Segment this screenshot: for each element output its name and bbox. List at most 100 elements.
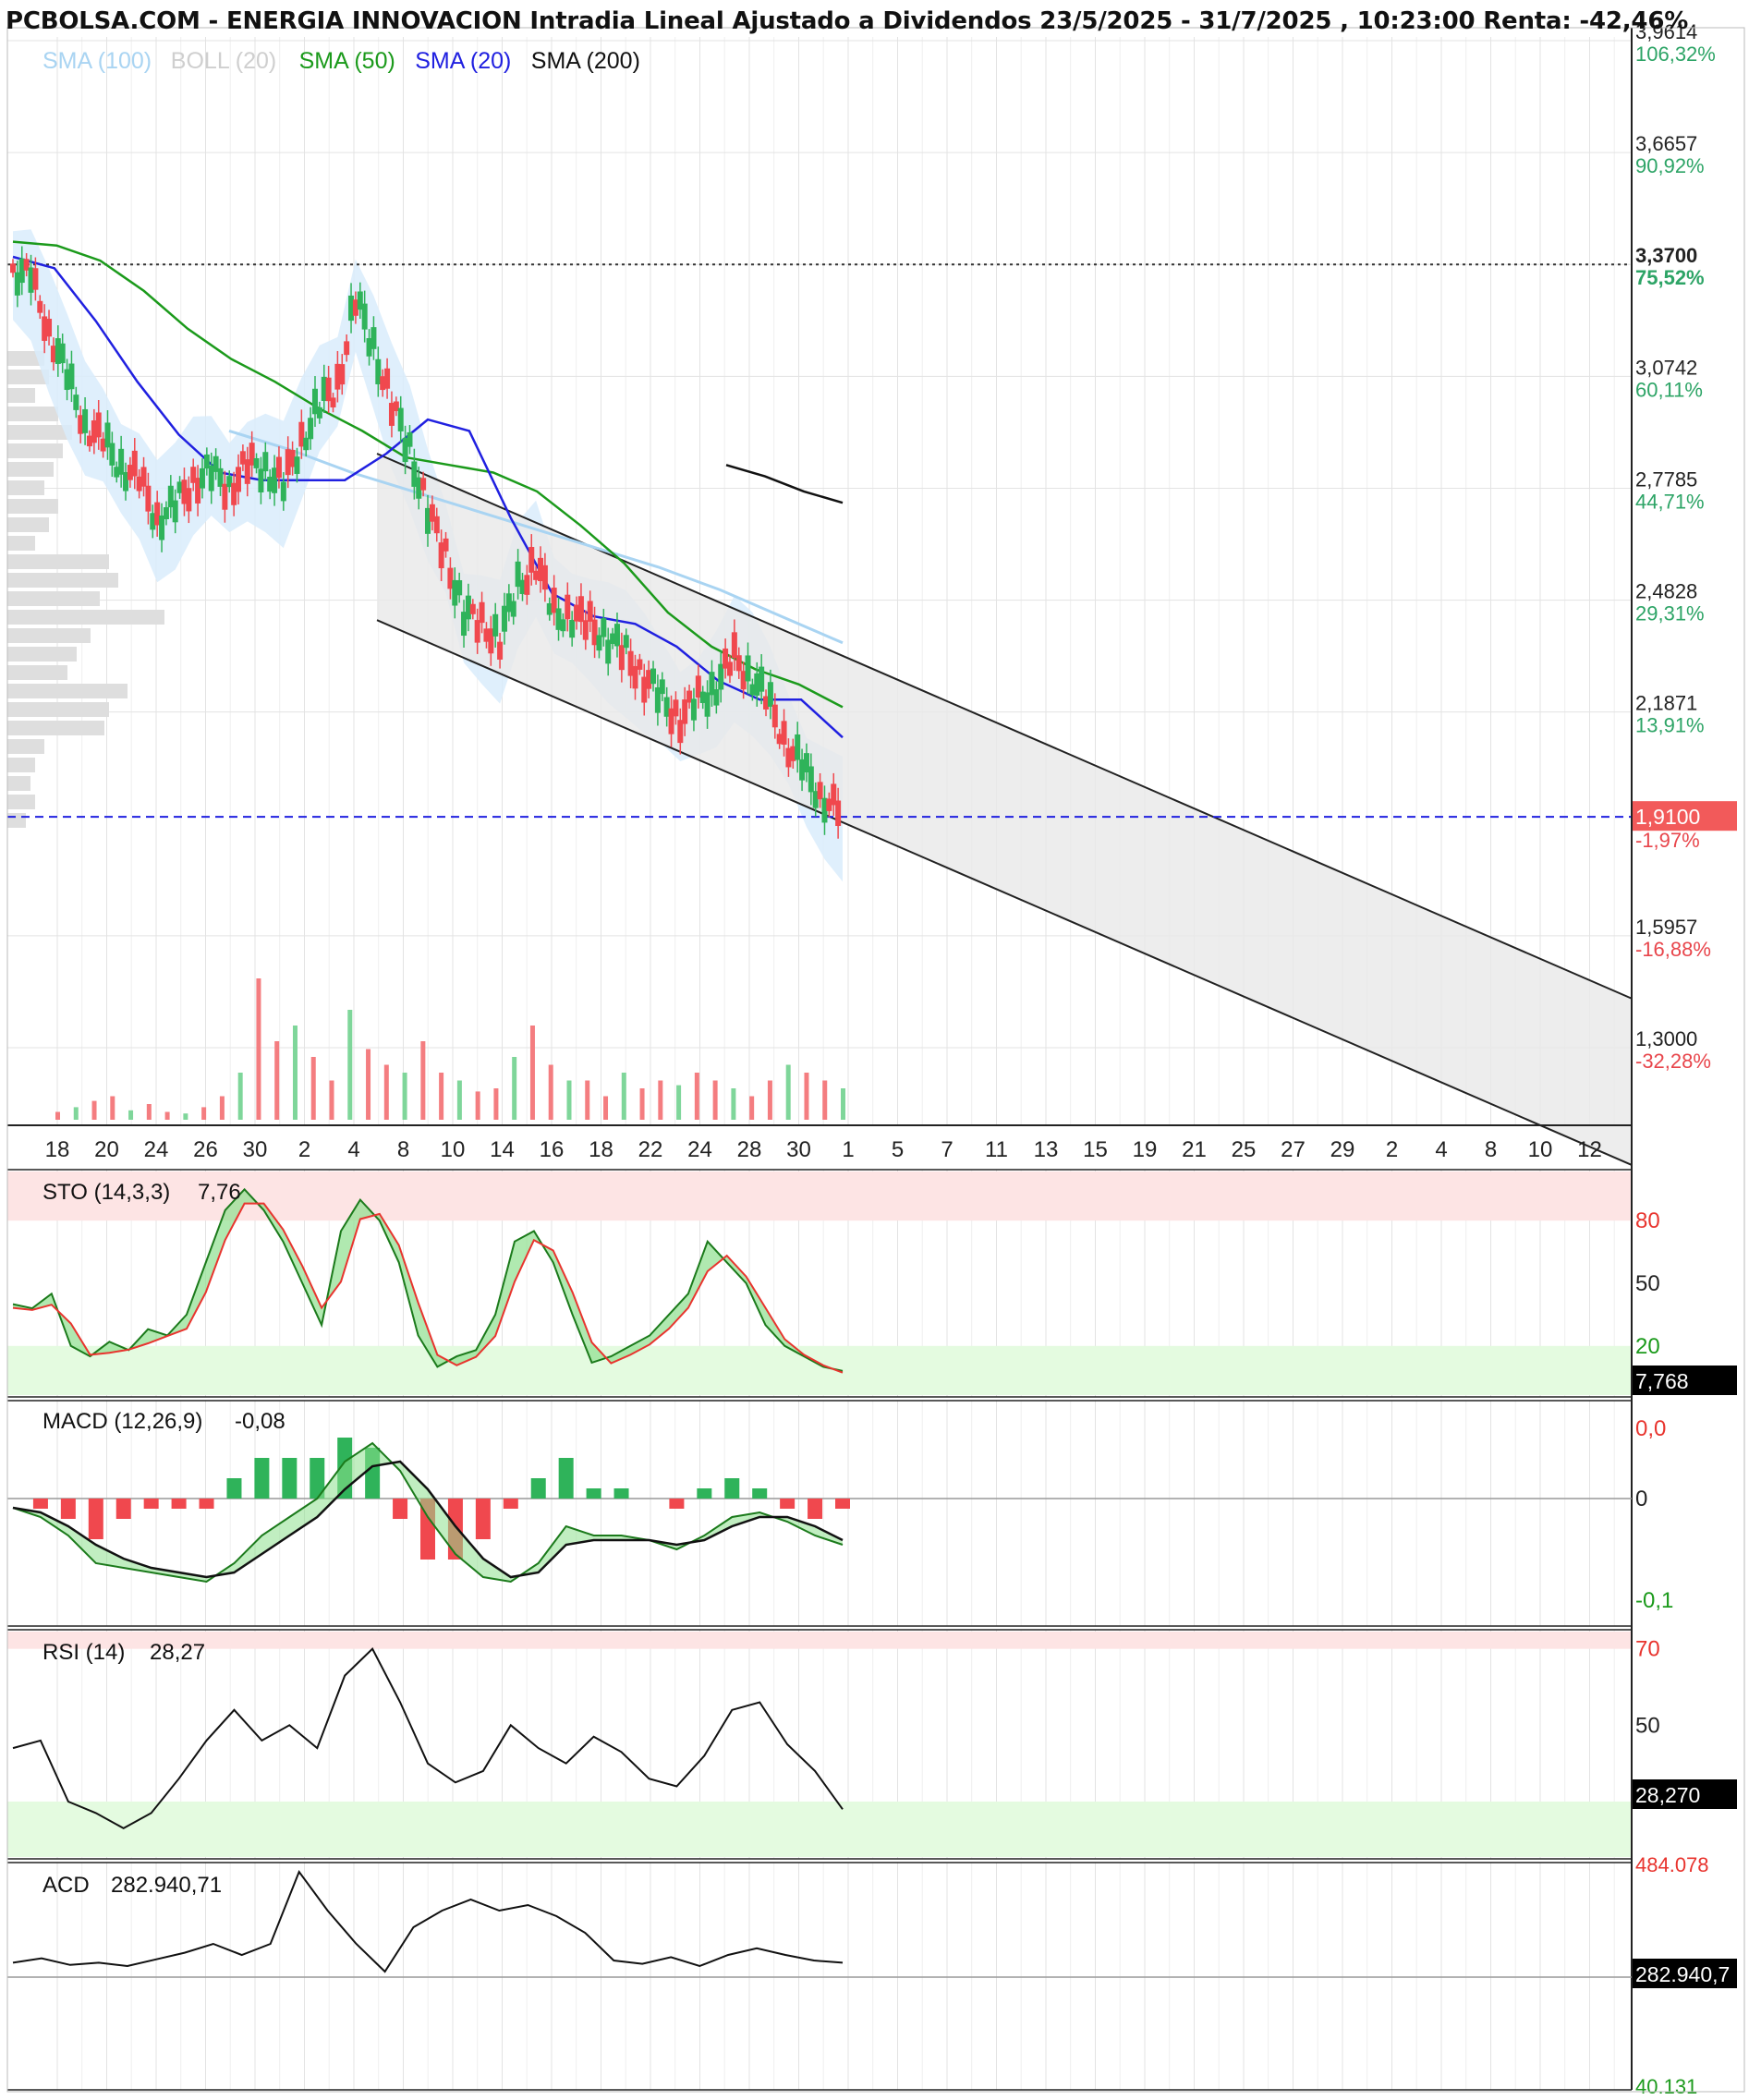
price-candle bbox=[370, 327, 377, 349]
macd-histogram-bar bbox=[752, 1488, 768, 1499]
volume-profile-bar bbox=[7, 443, 63, 458]
rsi-last-label: 28,270 bbox=[1635, 1783, 1700, 1807]
macd-histogram-bar bbox=[613, 1488, 629, 1499]
acd-label: ACD bbox=[43, 1873, 90, 1898]
legend-entry: SMA (200) bbox=[531, 48, 640, 74]
price-candle bbox=[835, 800, 842, 827]
price-candle bbox=[767, 682, 773, 707]
macd-histogram-bar bbox=[475, 1499, 491, 1539]
price-candle bbox=[771, 704, 778, 728]
price-candle bbox=[145, 485, 152, 512]
price-axis-label: 1,3000 bbox=[1635, 1027, 1697, 1050]
x-tick-label: 5 bbox=[892, 1137, 904, 1162]
macd-histogram-bar bbox=[143, 1499, 159, 1509]
macd-histogram-bar bbox=[530, 1478, 546, 1499]
volume-bar bbox=[347, 1010, 353, 1120]
sto-axis-label: 50 bbox=[1635, 1271, 1660, 1296]
regression-channel-fill bbox=[377, 453, 1632, 1165]
macd-histogram-bar bbox=[669, 1499, 685, 1509]
x-tick-label: 19 bbox=[1133, 1137, 1158, 1162]
x-tick-label: 26 bbox=[193, 1137, 218, 1162]
price-axis-label: 2,4828 bbox=[1635, 580, 1697, 603]
x-tick-label: 13 bbox=[1034, 1137, 1059, 1162]
volume-bar bbox=[201, 1107, 207, 1120]
volume-bar bbox=[475, 1091, 480, 1120]
volume-bar bbox=[822, 1080, 828, 1120]
x-tick-label: 8 bbox=[397, 1137, 409, 1162]
macd-histogram-bar bbox=[586, 1488, 601, 1499]
price-candle bbox=[407, 431, 413, 447]
price-axis-label: 1,5957 bbox=[1635, 916, 1697, 939]
volume-profile-bar bbox=[7, 628, 91, 643]
volume-bar bbox=[603, 1096, 609, 1120]
volume-bar bbox=[712, 1080, 718, 1120]
price-candle bbox=[118, 448, 125, 475]
volume-bar bbox=[493, 1088, 499, 1120]
volume-bar bbox=[841, 1088, 845, 1120]
macd-histogram-bar bbox=[88, 1499, 103, 1539]
rsi-overbought-zone bbox=[7, 1632, 1632, 1649]
volume-profile-bar bbox=[7, 536, 35, 551]
x-tick-label: 24 bbox=[144, 1137, 169, 1162]
volume-bar bbox=[383, 1064, 389, 1120]
macd-axis-label: 0 bbox=[1635, 1487, 1647, 1511]
rsi-axis-label: 70 bbox=[1635, 1637, 1660, 1662]
volume-bar bbox=[128, 1110, 134, 1120]
price-candle bbox=[186, 488, 192, 512]
x-tick-label: 30 bbox=[786, 1137, 811, 1162]
price-candle bbox=[713, 689, 720, 706]
sto-axis-label: 80 bbox=[1635, 1208, 1660, 1233]
price-candle bbox=[808, 766, 814, 793]
sto-oversold-zone bbox=[7, 1345, 1632, 1395]
volume-profile-bar bbox=[7, 702, 109, 717]
volume-bar bbox=[329, 1080, 334, 1120]
price-candle bbox=[560, 619, 566, 632]
volume-profile-bar bbox=[7, 813, 26, 828]
price-axis-pct-label: 29,31% bbox=[1635, 602, 1705, 625]
price-candle bbox=[236, 467, 242, 492]
price-candle bbox=[479, 601, 485, 624]
price-candle bbox=[37, 300, 43, 313]
x-tick-label: 2 bbox=[1386, 1137, 1398, 1162]
sto-label: STO (14,3,3) bbox=[43, 1180, 170, 1205]
volume-profile-bar bbox=[7, 591, 100, 606]
price-candle bbox=[528, 547, 535, 573]
price-candle bbox=[339, 364, 346, 385]
volume-bar bbox=[164, 1111, 170, 1120]
legend-entry: SMA (100) bbox=[43, 48, 152, 74]
volume-bar bbox=[55, 1111, 60, 1120]
price-candle bbox=[731, 632, 737, 659]
price-axis-pct-label: -16,88% bbox=[1635, 938, 1711, 961]
volume-bar bbox=[73, 1107, 79, 1120]
acd-value: 282.940,71 bbox=[111, 1873, 222, 1898]
macd-histogram-bar bbox=[503, 1499, 518, 1509]
price-candle bbox=[82, 408, 89, 433]
price-candle bbox=[95, 412, 102, 438]
macd-histogram-bar bbox=[226, 1478, 242, 1499]
volume-bar bbox=[639, 1088, 645, 1120]
price-candle bbox=[492, 613, 499, 637]
price-candle bbox=[690, 698, 697, 721]
volume-bar bbox=[420, 1041, 426, 1120]
price-candle bbox=[303, 437, 310, 451]
volume-bar bbox=[548, 1064, 553, 1120]
volume-bar bbox=[749, 1096, 755, 1120]
x-tick-label: 12 bbox=[1577, 1137, 1602, 1162]
price-candle bbox=[565, 594, 571, 620]
price-candle bbox=[59, 343, 66, 364]
price-candle bbox=[262, 452, 269, 472]
price-candle bbox=[68, 363, 75, 390]
price-candle bbox=[325, 377, 332, 402]
x-tick-label: 7 bbox=[941, 1137, 953, 1162]
price-candle bbox=[817, 782, 823, 800]
price-candle bbox=[745, 655, 751, 682]
macd-histogram-bar bbox=[282, 1458, 298, 1499]
x-tick-label: 18 bbox=[45, 1137, 70, 1162]
x-tick-label: 24 bbox=[687, 1137, 712, 1162]
regression-channel-upper bbox=[376, 453, 1633, 1000]
volume-profile-bar bbox=[7, 407, 58, 421]
price-candle bbox=[163, 507, 169, 520]
volume-bar bbox=[694, 1073, 699, 1120]
price-candle bbox=[735, 655, 742, 672]
volume-profile-bar bbox=[7, 758, 35, 772]
